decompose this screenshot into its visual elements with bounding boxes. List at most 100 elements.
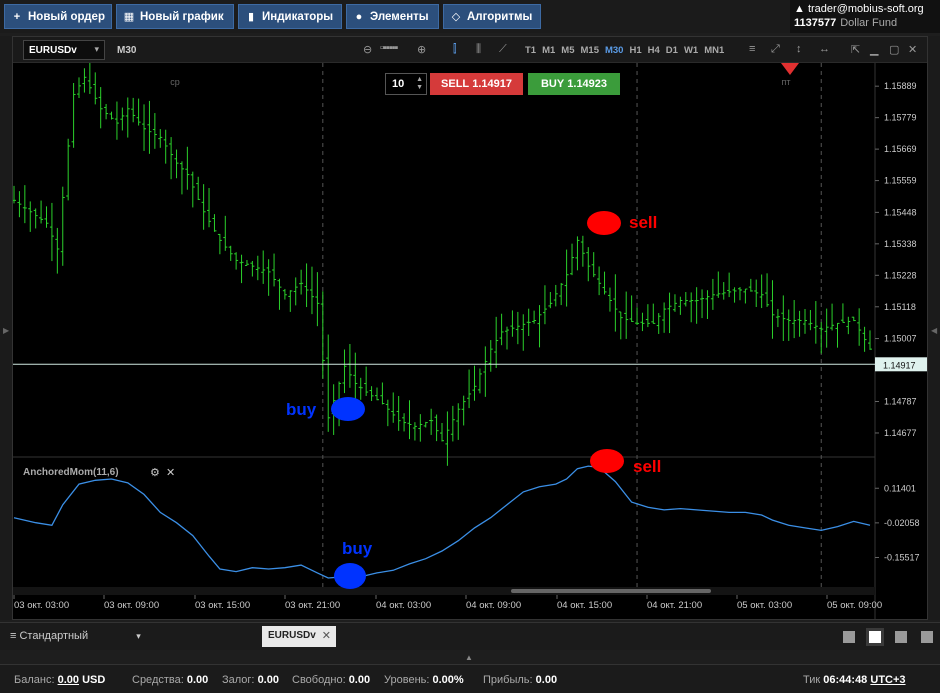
right-collapse-strip[interactable]: ◀ <box>928 36 940 620</box>
diamond-icon: ◇ <box>451 11 461 23</box>
price-tick-label: 1.15007 <box>884 334 917 344</box>
chart-background <box>13 63 927 619</box>
new-chart-button[interactable]: ▦ Новый график <box>116 4 234 29</box>
timeframe-list: T1 M1 M5 M15 M30 H1 H4 D1 W1 MN1 <box>525 45 724 56</box>
time-tick-label: 04 окт. 03:00 <box>376 600 431 611</box>
timeframe-m5[interactable]: M5 <box>561 45 574 56</box>
day-marker: пт <box>782 77 791 87</box>
timeframe-mn1[interactable]: MN1 <box>704 45 724 56</box>
chart-window: EURUSDv ▾ M30 ⊖ ▫▪▪▪▪▪ ⊕ ⫿ ⫼ ⟋ T1 M1 M5 M15… <box>12 36 928 620</box>
layout-rows-icon[interactable] <box>921 631 933 643</box>
template-label: Стандартный <box>19 630 89 642</box>
timeframe-t1[interactable]: T1 <box>525 45 536 56</box>
zoom-out-icon[interactable]: ⊖ <box>363 43 372 56</box>
price-tick-label: 1.15669 <box>884 144 917 154</box>
menu-icon: ≡ <box>10 630 17 642</box>
account-panel[interactable]: ▲ trader@mobius-soft.org 1137577 Dollar F… <box>790 0 940 33</box>
current-price-label: 1.14917 <box>883 360 916 370</box>
zoom-in-icon[interactable]: ⊕ <box>417 43 426 56</box>
timeframe-m1[interactable]: M1 <box>542 45 555 56</box>
chevron-left-icon: ◀ <box>931 326 938 335</box>
line-chart-icon[interactable]: ⟋ <box>499 43 507 56</box>
drawing-tools-icon[interactable]: ≡ <box>749 43 755 55</box>
maximize-icon[interactable]: ▢ <box>889 43 899 56</box>
symbol-label: EURUSDv <box>29 45 77 56</box>
workspace-bar: ≡ Стандартный ▾ EURUSDv ✕ <box>0 622 940 650</box>
zoom-slider[interactable]: ▫▪▪▪▪▪ <box>380 42 398 54</box>
detach-icon[interactable]: ⇱ <box>851 43 860 56</box>
elements-label: Элементы <box>370 10 429 23</box>
horizontal-line-icon[interactable]: ↔ <box>819 43 830 55</box>
chevron-down-icon: ▾ <box>136 631 141 641</box>
close-tab-icon[interactable]: ✕ <box>322 629 331 642</box>
trendline-icon[interactable]: ⤢ <box>771 43 780 56</box>
buy-price: 1.14923 <box>567 78 608 90</box>
time-tick-label: 03 окт. 21:00 <box>285 600 340 611</box>
price-chart[interactable]: ср пт 1.14917 1.15889 1.15779 1.15669 1.15559 1… <box>13 63 927 619</box>
sell-button[interactable]: SELL 1.14917 <box>430 73 523 95</box>
template-selector[interactable]: ≡ Стандартный ▾ <box>10 630 141 642</box>
new-order-button[interactable]: + Новый ордер <box>4 4 112 29</box>
indicator-tick-label: -0.02058 <box>884 518 920 528</box>
user-icon: ● <box>355 10 363 23</box>
elements-button[interactable]: ● Элементы <box>346 4 439 29</box>
chart-tab-label: EURUSDv <box>268 630 316 641</box>
timeframe-d1[interactable]: D1 <box>666 45 678 56</box>
time-tick-label: 04 окт. 21:00 <box>647 600 702 611</box>
close-indicator-icon: ✕ <box>166 466 175 479</box>
chart-tab[interactable]: EURUSDv ✕ <box>262 626 336 647</box>
timeframe-m15[interactable]: M15 <box>581 45 599 56</box>
bar-chart-icon[interactable]: ⫿ <box>453 43 457 56</box>
algorithms-label: Алгоритмы <box>467 10 533 23</box>
timeframe-h1[interactable]: H1 <box>629 45 641 56</box>
plus-icon: + <box>13 10 21 23</box>
price-tick-label: 1.14677 <box>884 428 917 438</box>
minimize-icon[interactable]: ▁ <box>870 43 878 56</box>
chevron-right-icon: ▶ <box>3 326 10 335</box>
bars-icon: ▮ <box>247 11 255 23</box>
time-tick-label: 03 окт. 09:00 <box>104 600 159 611</box>
sell-annotation-top: sell <box>629 213 657 232</box>
free-margin: Свободно: 0.00 <box>292 674 371 686</box>
algorithms-button[interactable]: ◇ Алгоритмы <box>443 4 541 29</box>
symbol-selector[interactable]: EURUSDv ▾ <box>23 40 105 60</box>
indicator-tick-label: 0.11401 <box>884 483 916 493</box>
quantity-input[interactable]: 10 ▲ ▼ <box>385 73 427 95</box>
price-tick-label: 1.15448 <box>884 207 917 217</box>
sell-marker-top <box>587 211 621 235</box>
gear-icon: ⚙ <box>150 466 160 479</box>
timeframe-m30[interactable]: M30 <box>605 45 623 56</box>
buy-button[interactable]: BUY 1.14923 <box>528 73 620 95</box>
sell-price: 1.14917 <box>472 78 512 90</box>
timeframe-w1[interactable]: W1 <box>684 45 698 56</box>
main-toolbar: + Новый ордер ▦ Новый график ▮ Индикатор… <box>0 0 940 33</box>
timeframe-h4[interactable]: H4 <box>648 45 660 56</box>
day-marker: ср <box>170 77 180 87</box>
quantity-value: 10 <box>392 78 405 90</box>
profit: Прибыль: 0.00 <box>483 674 558 686</box>
stepper-icon[interactable]: ▲ ▼ <box>416 76 423 92</box>
left-collapse-strip[interactable]: ▶ <box>0 36 12 620</box>
layout-single-icon[interactable] <box>843 631 855 643</box>
vertical-line-icon[interactable]: ↕ <box>796 43 802 55</box>
candle-chart-icon[interactable]: ⫼ <box>476 43 481 56</box>
indicator-title: AnchoredMom(11,6) <box>23 467 119 478</box>
margin-level: Уровень: 0.00% <box>384 674 464 686</box>
indicators-button[interactable]: ▮ Индикаторы <box>238 4 342 29</box>
expand-panel-icon[interactable]: ▲ <box>465 653 473 662</box>
time-tick-label: 05 окт. 09:00 <box>827 600 882 611</box>
new-chart-label: Новый график <box>140 10 224 23</box>
tick-time: Тик 06:44:48 UTC+3 <box>803 674 906 686</box>
indicators-label: Индикаторы <box>262 10 334 23</box>
close-icon[interactable]: ✕ <box>908 43 917 56</box>
time-tick-label: 03 окт. 03:00 <box>14 600 69 611</box>
buy-label: BUY <box>540 78 565 90</box>
layout-grid-icon[interactable] <box>866 628 884 646</box>
price-tick-label: 1.15889 <box>884 81 917 91</box>
layout-columns-icon[interactable] <box>895 631 907 643</box>
time-tick-label: 03 окт. 15:00 <box>195 600 250 611</box>
chart-toolbar: EURUSDv ▾ M30 ⊖ ▫▪▪▪▪▪ ⊕ ⫿ ⫼ ⟋ T1 M1 M5 M15… <box>13 37 927 63</box>
buy-marker-top <box>331 397 365 421</box>
account-fund: Dollar Fund <box>840 17 898 29</box>
buy-annotation-top: buy <box>286 400 317 419</box>
